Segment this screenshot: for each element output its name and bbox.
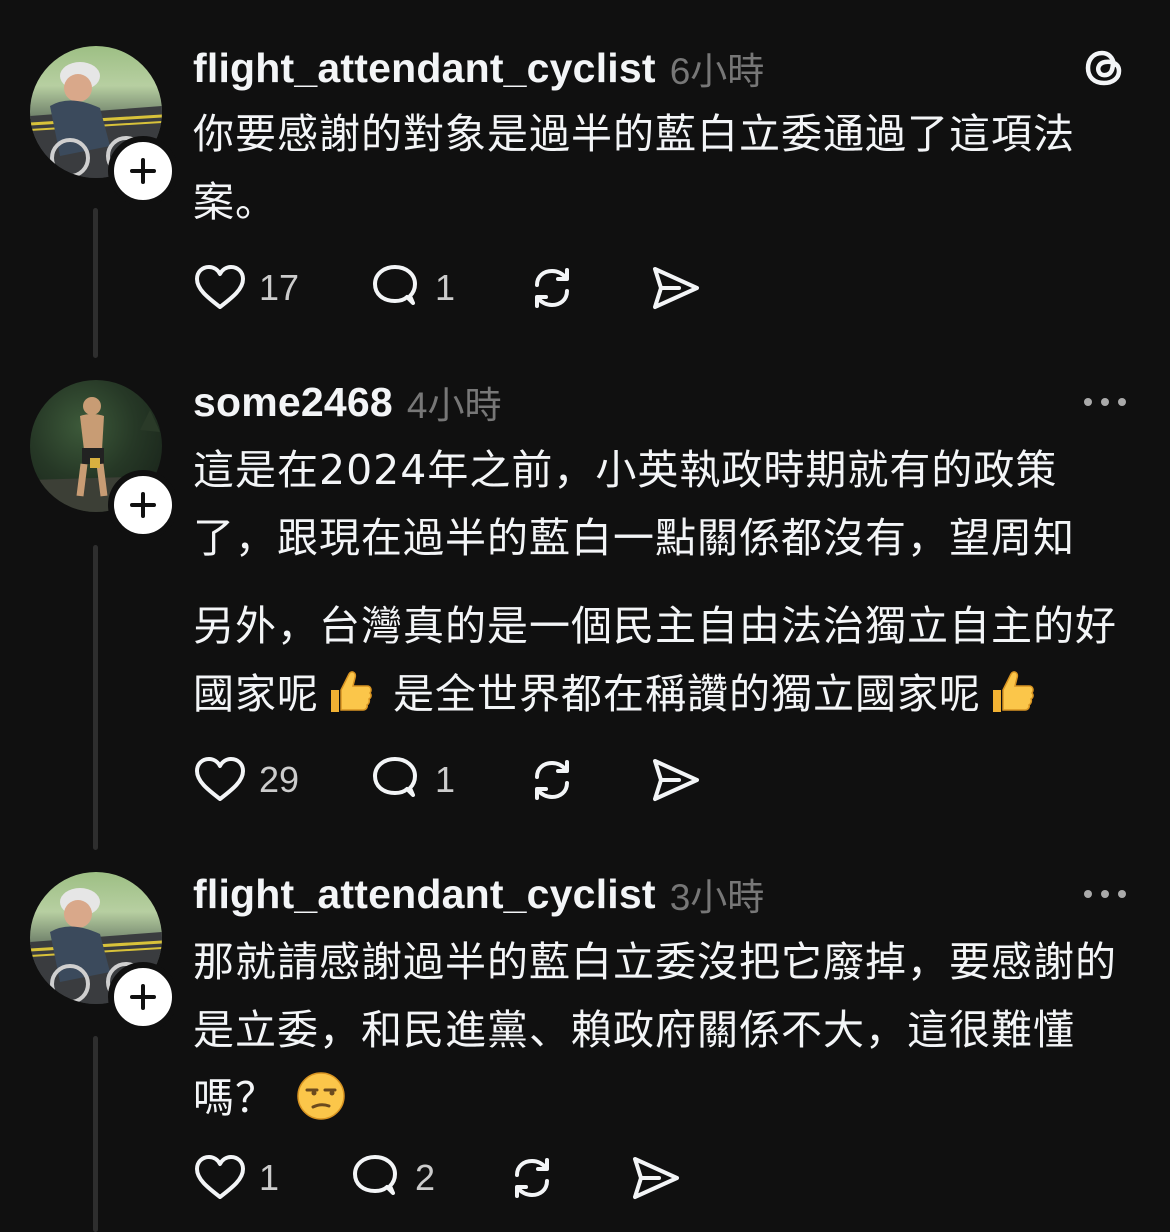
header-right xyxy=(1080,864,1130,924)
share-button[interactable] xyxy=(649,263,703,313)
post-header: flight_attendant_cyclist 6小時 xyxy=(193,38,1130,98)
plus-icon xyxy=(130,984,156,1010)
follow-button[interactable] xyxy=(108,962,178,1032)
like-button[interactable]: 29 xyxy=(193,755,299,805)
comment-icon xyxy=(373,757,418,797)
like-button[interactable]: 1 xyxy=(193,1153,279,1203)
more-options-icon[interactable] xyxy=(1080,392,1130,412)
avatar-wrap xyxy=(30,46,178,206)
reply-count: 1 xyxy=(435,267,456,308)
send-icon xyxy=(633,1157,680,1199)
repost-icon xyxy=(535,760,570,800)
avatar-wrap xyxy=(30,380,178,540)
repost-icon xyxy=(515,1158,550,1198)
repost-button[interactable] xyxy=(525,755,579,805)
timestamp: 4小時 xyxy=(406,385,502,426)
thumbs-up-icon xyxy=(985,666,1037,718)
post-text-part: 是全世界都在稱讚的獨立國家呢 xyxy=(393,670,982,718)
header-right xyxy=(1080,38,1130,98)
share-button[interactable] xyxy=(649,755,703,805)
action-bar: 1 2 xyxy=(193,1148,753,1208)
header-right xyxy=(1080,372,1130,432)
comment-icon xyxy=(373,265,418,305)
repost-icon xyxy=(535,268,570,308)
reply-button[interactable]: 1 xyxy=(369,263,455,313)
like-button[interactable]: 17 xyxy=(193,263,299,313)
action-bar: 17 1 xyxy=(193,258,773,318)
thread-line xyxy=(93,545,98,850)
thumbs-up-icon xyxy=(323,666,375,718)
username[interactable]: some2468 xyxy=(193,379,393,426)
heart-icon xyxy=(195,1155,245,1199)
send-icon xyxy=(653,267,700,309)
repost-button[interactable] xyxy=(525,263,579,313)
timestamp: 3小時 xyxy=(669,877,765,918)
post-header: flight_attendant_cyclist 3小時 xyxy=(193,864,1130,924)
heart-icon xyxy=(195,265,245,309)
send-icon xyxy=(653,759,700,801)
more-options-icon[interactable] xyxy=(1080,884,1130,904)
username[interactable]: flight_attendant_cyclist xyxy=(193,45,656,92)
threads-logo-icon[interactable] xyxy=(1080,43,1130,93)
post-text: 你要感謝的對象是過半的藍白立委通過了這項法案。 xyxy=(193,110,1075,226)
timestamp: 6小時 xyxy=(669,51,765,92)
reply-button[interactable]: 1 xyxy=(369,755,455,805)
comment-icon xyxy=(353,1155,398,1195)
reply-button[interactable]: 2 xyxy=(349,1153,435,1203)
post-text: 這是在2024年之前，小英執政時期就有的政策了，跟現在過半的藍白一點關係都沒有，… xyxy=(193,446,1075,562)
heart-icon xyxy=(195,757,245,801)
repost-button[interactable] xyxy=(505,1153,559,1203)
like-count: 1 xyxy=(259,1157,280,1198)
plus-icon xyxy=(130,158,156,184)
like-count: 29 xyxy=(259,759,300,800)
like-count: 17 xyxy=(259,267,300,308)
post-text: 另外，台灣真的是一個民主自由法治獨立自主的好國家呢 是全世界都在稱讚的獨立國家呢 xyxy=(193,592,1138,728)
follow-button[interactable] xyxy=(108,470,178,540)
reply-count: 1 xyxy=(435,759,456,800)
plus-icon xyxy=(130,492,156,518)
unamused-face-icon xyxy=(295,1070,347,1122)
username[interactable]: flight_attendant_cyclist xyxy=(193,871,656,918)
post-header: some2468 4小時 xyxy=(193,372,1130,432)
share-button[interactable] xyxy=(629,1153,683,1203)
follow-button[interactable] xyxy=(108,136,178,206)
reply-count: 2 xyxy=(415,1157,436,1198)
thread-line xyxy=(93,1036,98,1232)
action-bar: 29 1 xyxy=(193,750,773,810)
avatar-wrap xyxy=(30,872,178,1032)
post-text: 那就請感謝過半的藍白立委沒把它廢掉，要感謝的是立委，和民進黨、賴政府關係不大，這… xyxy=(193,928,1138,1132)
thread-line xyxy=(93,208,98,358)
